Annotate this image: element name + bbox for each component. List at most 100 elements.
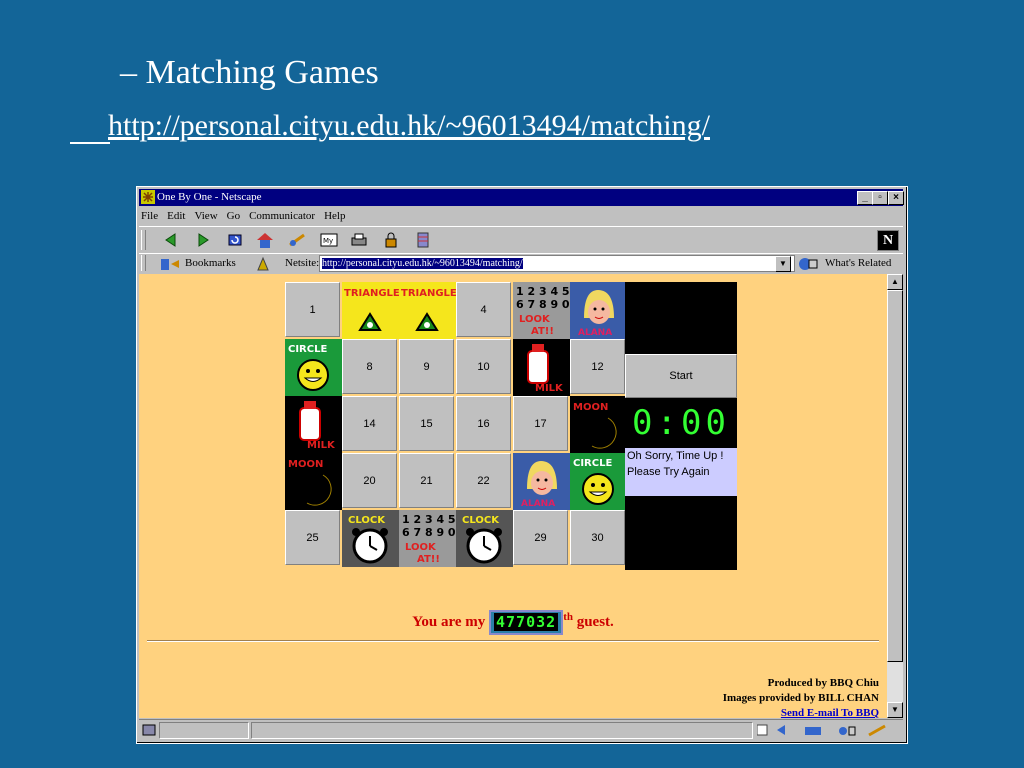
reload-icon[interactable] (225, 231, 245, 249)
svg-text:CLOCK: CLOCK (348, 515, 386, 526)
location-page-icon[interactable] (255, 256, 271, 272)
status-progress (159, 722, 249, 739)
window-title: One By One - Netscape (157, 191, 262, 203)
clock-card[interactable]: CLOCK (342, 510, 399, 567)
print-icon[interactable] (349, 231, 369, 249)
svg-text:MOON: MOON (573, 402, 608, 413)
navigation-toolbar: My N (139, 226, 903, 254)
svg-text:MOON: MOON (288, 459, 323, 470)
security-icon[interactable] (381, 231, 401, 249)
grid-cell-16[interactable]: 16 (456, 396, 511, 451)
svg-text:ALANA: ALANA (578, 328, 612, 338)
svg-text:MILK: MILK (535, 383, 564, 394)
svg-text:AT!!: AT!! (531, 326, 554, 337)
svg-text:LOOK: LOOK (519, 314, 551, 325)
svg-text:CIRCLE: CIRCLE (288, 344, 327, 355)
title-bar: One By One - Netscape _ ▫ × (139, 189, 904, 206)
svg-text:ALANA: ALANA (521, 499, 555, 509)
stop-icon[interactable] (413, 231, 433, 249)
triangle-card[interactable]: TRIANGLE (342, 282, 399, 339)
menu-help[interactable]: Help (324, 207, 345, 225)
grid-cell-30[interactable]: 30 (570, 510, 625, 565)
grid-cell-10[interactable]: 10 (456, 339, 511, 394)
numbers-card[interactable]: 1 2 3 4 56 7 8 9 0 LOOK AT!! (399, 510, 456, 567)
svg-text:1 2 3 4 5: 1 2 3 4 5 (516, 285, 570, 298)
location-dropdown-button[interactable]: ▼ (775, 256, 791, 272)
guest-counter-line: You are my 477032 th guest. (139, 610, 887, 635)
matching-grid: 1 TRIANGLE TRIANGLE 4 1 2 3 4 56 7 8 9 0 LOOK… (285, 282, 627, 570)
scroll-thumb[interactable] (887, 290, 903, 662)
hit-counter-value: 477032 (494, 613, 559, 631)
menu-communicator[interactable]: Communicator (249, 207, 315, 225)
face-card[interactable]: ALANA (513, 453, 570, 510)
security-status-icon[interactable] (141, 723, 157, 737)
circle-card[interactable]: CIRCLE (570, 453, 627, 510)
netscape-window-icon (141, 190, 155, 204)
milk-card[interactable]: MILK (285, 396, 342, 453)
vertical-scrollbar[interactable]: ▲ ▼ (887, 274, 903, 718)
minimize-button[interactable]: _ (857, 191, 873, 205)
location-grip[interactable] (141, 255, 146, 271)
menu-go[interactable]: Go (227, 207, 240, 225)
guest-ordinal: th (563, 610, 573, 623)
grid-cell-25[interactable]: 25 (285, 510, 340, 565)
game-side-panel: Start 0:00 Oh Sorry, Time Up ! Please Tr… (625, 282, 737, 570)
face-card[interactable]: ALANA (570, 282, 627, 339)
numbers-card[interactable]: 1 2 3 4 56 7 8 9 0 LOOK AT!! (513, 282, 570, 339)
scroll-down-button[interactable]: ▼ (887, 702, 903, 718)
grid-cell-15[interactable]: 15 (399, 396, 454, 451)
slide-title: – Matching Games (120, 54, 379, 91)
grid-cell-9[interactable]: 9 (399, 339, 454, 394)
menu-view[interactable]: View (194, 207, 217, 225)
credits: Produced by BBQ Chiu Images provided by … (723, 676, 879, 718)
back-icon[interactable] (161, 231, 181, 249)
page-content: 1 TRIANGLE TRIANGLE 4 1 2 3 4 56 7 8 9 0 LOOK… (139, 274, 887, 718)
browser-window: One By One - Netscape _ ▫ × File Edit View… (136, 186, 908, 744)
grid-cell-8[interactable]: 8 (342, 339, 397, 394)
status-text (251, 722, 753, 739)
svg-text:CIRCLE: CIRCLE (573, 458, 612, 469)
location-input[interactable]: http://personal.cityu.edu.hk/~96013494/m… (319, 255, 795, 272)
slide-url-underline (70, 142, 110, 144)
search-icon[interactable] (287, 231, 307, 249)
grid-cell-29[interactable]: 29 (513, 510, 568, 565)
moon-card[interactable]: MOON (285, 453, 342, 510)
scroll-up-button[interactable]: ▲ (887, 274, 903, 290)
svg-text:MILK: MILK (307, 440, 336, 451)
triangle-card[interactable]: TRIANGLE (399, 282, 456, 339)
forward-icon[interactable] (193, 231, 213, 249)
milk-card[interactable]: MILK (513, 339, 570, 396)
grid-cell-4[interactable]: 4 (456, 282, 511, 337)
whats-related-icon[interactable] (797, 256, 819, 272)
bookmarks-icon[interactable] (159, 256, 181, 272)
menu-edit[interactable]: Edit (167, 207, 185, 225)
bookmarks-button[interactable]: Bookmarks (185, 257, 236, 269)
maximize-button[interactable]: ▫ (872, 191, 888, 205)
location-url: http://personal.cityu.edu.hk/~96013494/m… (322, 258, 523, 269)
grid-cell-21[interactable]: 21 (399, 453, 454, 508)
component-bar-icons[interactable] (757, 723, 897, 737)
svg-text:6 7 8 9 0: 6 7 8 9 0 (516, 298, 570, 311)
grid-cell-1[interactable]: 1 (285, 282, 340, 337)
toolbar-grip[interactable] (141, 230, 146, 250)
svg-text:TRIANGLE: TRIANGLE (344, 288, 399, 299)
grid-cell-14[interactable]: 14 (342, 396, 397, 451)
grid-cell-20[interactable]: 20 (342, 453, 397, 508)
svg-text:1 2 3 4 5: 1 2 3 4 5 (402, 513, 456, 526)
menu-file[interactable]: File (141, 207, 158, 225)
close-button[interactable]: × (888, 191, 904, 205)
home-icon[interactable] (255, 231, 275, 249)
my-netscape-icon[interactable]: My (319, 231, 339, 249)
grid-cell-22[interactable]: 22 (456, 453, 511, 508)
circle-card[interactable]: CIRCLE (285, 339, 342, 396)
grid-cell-12[interactable]: 12 (570, 339, 625, 394)
netscape-logo[interactable]: N (877, 230, 899, 251)
slide-url-link[interactable]: http://personal.cityu.edu.hk/~96013494/m… (70, 106, 710, 146)
start-button[interactable]: Start (625, 354, 737, 398)
whats-related-button[interactable]: What's Related (825, 257, 891, 269)
email-link[interactable]: Send E-mail To BBQ (723, 706, 879, 718)
grid-cell-17[interactable]: 17 (513, 396, 568, 451)
moon-card[interactable]: MOON (570, 396, 627, 453)
clock-card[interactable]: CLOCK (456, 510, 513, 567)
timer-display: 0:00 (632, 403, 730, 443)
